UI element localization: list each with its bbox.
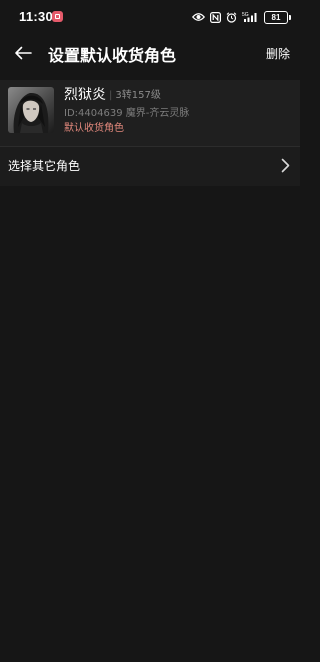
- alarm-icon: [226, 11, 237, 23]
- arrow-left-icon: [15, 46, 32, 60]
- eye-icon: [192, 13, 205, 21]
- select-other-role-row[interactable]: 选择其它角色: [0, 147, 300, 186]
- chevron-right-icon: [281, 158, 290, 173]
- delete-button[interactable]: 删除: [266, 45, 290, 62]
- nfc-icon: [210, 11, 221, 23]
- role-avatar: [8, 87, 54, 133]
- role-level-text: 3转157级: [115, 90, 161, 101]
- signal-5g-icon: 5G: [242, 12, 257, 22]
- app-notification-icon: [52, 11, 63, 22]
- role-level: | 3转157级: [109, 90, 161, 101]
- character-portrait-icon: [8, 87, 54, 133]
- select-other-role-label: 选择其它角色: [8, 159, 81, 173]
- status-bar: 11:30 5G 81: [0, 0, 300, 34]
- page-title: 设置默认收货角色: [48, 46, 177, 65]
- default-role-card[interactable]: 烈狱炎 | 3转157级 ID:4404639 魔界-齐云灵脉 默认收货角色: [0, 80, 300, 146]
- role-id-server: ID:4404639 魔界-齐云灵脉: [64, 108, 190, 119]
- svg-text:5G: 5G: [242, 12, 249, 18]
- status-time: 11:30: [19, 9, 54, 24]
- back-button[interactable]: [10, 40, 36, 66]
- default-receiver-tag: 默认收货角色: [64, 123, 124, 134]
- status-icons: 5G 81: [192, 9, 291, 25]
- app-header: 设置默认收货角色 删除: [0, 34, 300, 72]
- role-name: 烈狱炎: [64, 87, 106, 103]
- battery-indicator: 81: [264, 10, 291, 24]
